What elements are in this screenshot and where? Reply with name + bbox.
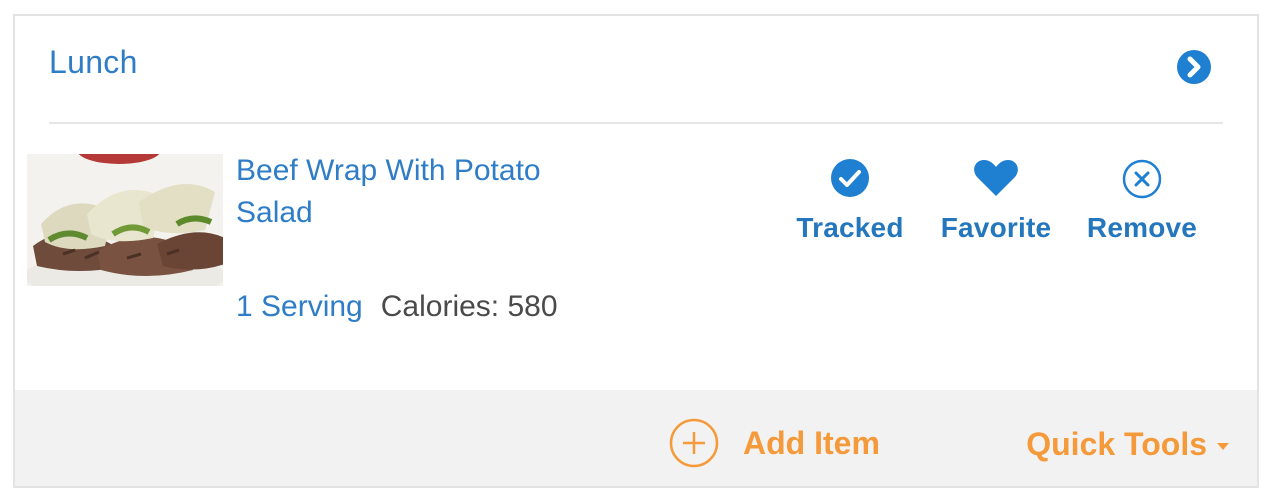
heart-icon xyxy=(974,160,1018,196)
close-circle-icon xyxy=(1122,159,1162,199)
item-actions: Tracked Favorite Remove xyxy=(777,154,1215,254)
serving-size-link[interactable]: 1 Serving xyxy=(236,290,363,323)
food-item-name[interactable]: Beef Wrap With Potato Salad xyxy=(236,150,596,234)
remove-button[interactable]: Remove xyxy=(1069,154,1215,254)
tracked-label: Tracked xyxy=(796,212,904,243)
calories-label: Calories: xyxy=(380,290,500,323)
chevron-right-circle-icon[interactable] xyxy=(1177,50,1211,84)
food-item-row: Beef Wrap With Potato Salad 1 Serving Cal… xyxy=(27,154,1223,354)
calories-value: 580 xyxy=(507,290,558,323)
meal-title: Lunch xyxy=(49,44,138,80)
quick-tools-label: Quick Tools xyxy=(1026,426,1207,462)
add-item-label: Add Item xyxy=(743,424,880,461)
check-circle-icon xyxy=(831,159,869,197)
favorite-button[interactable]: Favorite xyxy=(923,154,1069,254)
favorite-label: Favorite xyxy=(940,212,1052,243)
caret-down-icon xyxy=(1217,443,1229,451)
add-item-button[interactable]: Add Item xyxy=(669,416,880,470)
plus-circle-icon xyxy=(669,418,719,468)
food-item-meta: 1 Serving Calories: 580 xyxy=(236,290,558,324)
remove-label: Remove xyxy=(1086,212,1198,243)
quick-tools-dropdown[interactable]: Quick Tools xyxy=(1026,426,1229,463)
meal-footer: Add Item Quick Tools xyxy=(15,390,1257,486)
tracked-button[interactable]: Tracked xyxy=(777,154,923,254)
food-thumbnail[interactable] xyxy=(27,154,223,286)
meal-card: Lunch Beef Wrap With Potato Salad 1 Serv… xyxy=(13,14,1259,488)
meal-header: Lunch xyxy=(49,16,1223,124)
